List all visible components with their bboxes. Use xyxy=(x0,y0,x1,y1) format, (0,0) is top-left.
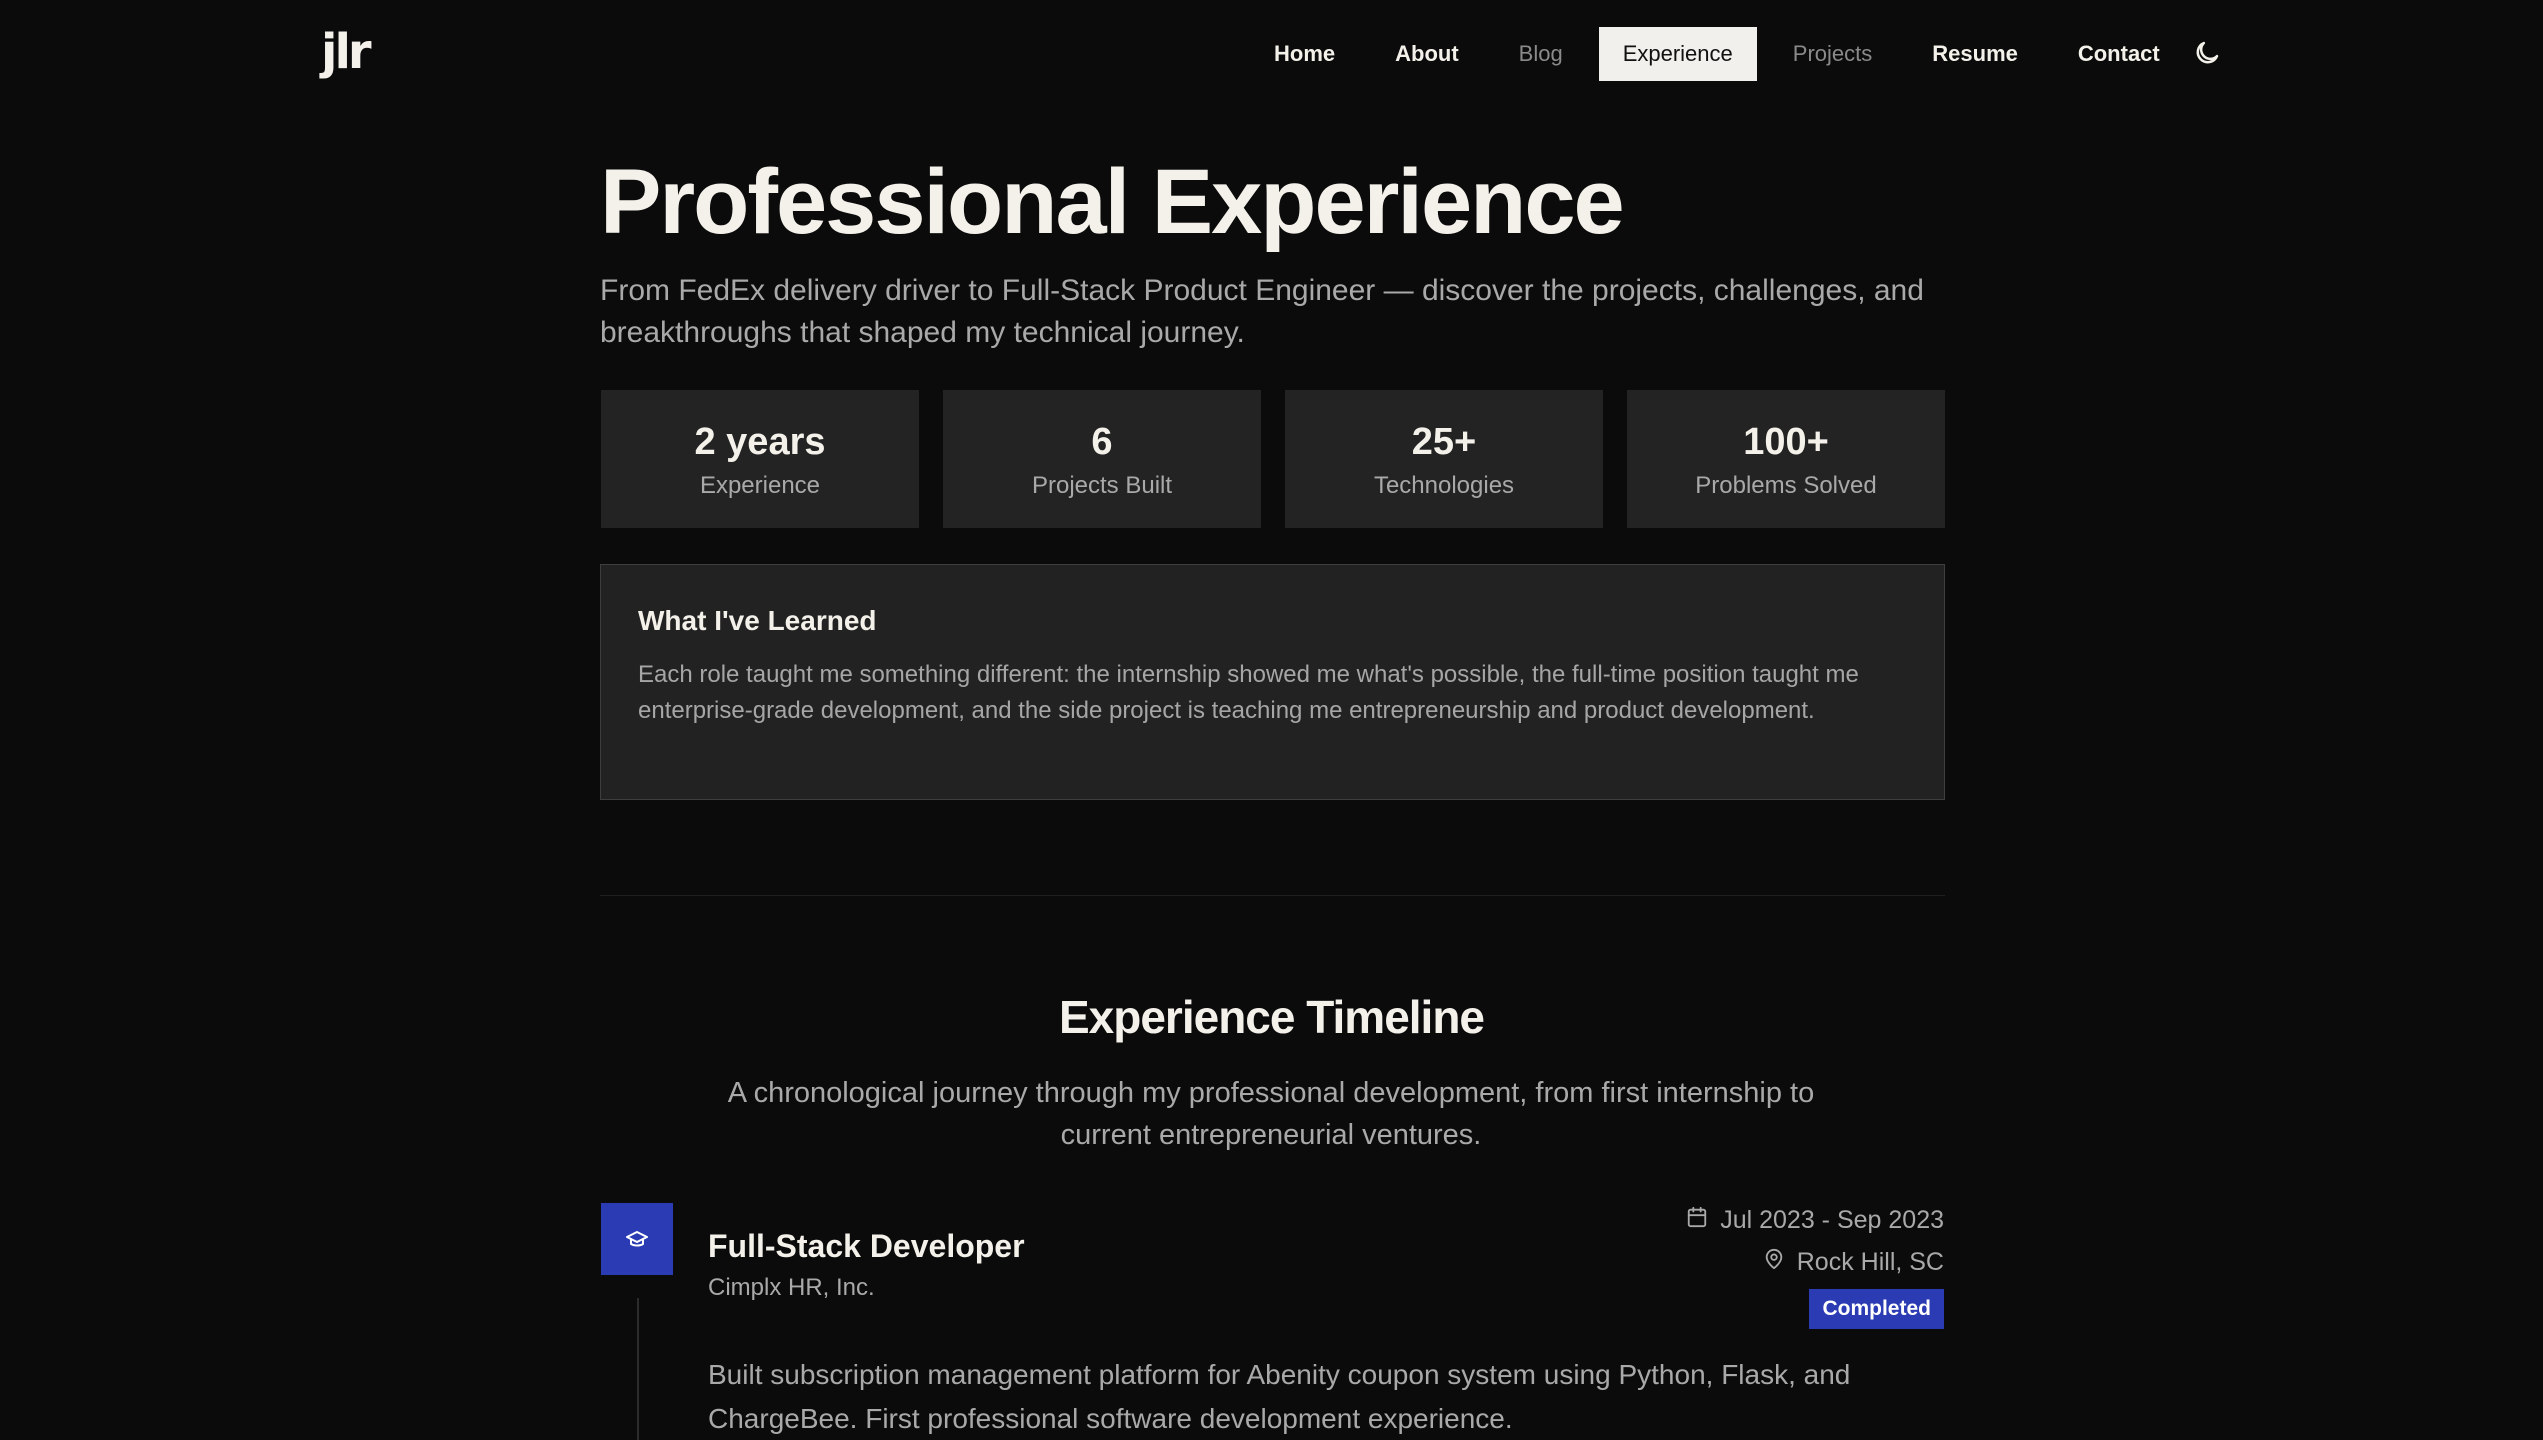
nav-links: Home About Blog Experience Projects Resu… xyxy=(1244,27,2190,81)
page-title: Professional Experience xyxy=(600,151,1625,253)
stat-label: Problems Solved xyxy=(1695,472,1877,499)
nav-link-blog[interactable]: Blog xyxy=(1489,27,1593,81)
job-dates-text: Jul 2023 - Sep 2023 xyxy=(1720,1206,1944,1234)
nav-link-experience[interactable]: Experience xyxy=(1598,27,1757,81)
stat-card-projects: 6 Projects Built xyxy=(943,390,1261,528)
timeline-line xyxy=(637,1298,639,1440)
learned-title: What I've Learned xyxy=(638,605,877,636)
calendar-icon xyxy=(1686,1206,1708,1235)
top-nav: jlr Home About Blog Experience Projects … xyxy=(0,0,2543,108)
moon-icon[interactable] xyxy=(2192,38,2222,68)
stat-card-problems: 100+ Problems Solved xyxy=(1627,390,1945,528)
page-subtitle: From FedEx delivery driver to Full-Stack… xyxy=(600,274,1924,349)
stat-value: 6 xyxy=(1091,421,1113,463)
nav-link-projects[interactable]: Projects xyxy=(1763,27,1902,81)
stat-label: Projects Built xyxy=(1031,472,1173,499)
job-location-text: Rock Hill, SC xyxy=(1796,1248,1944,1276)
stat-value: 25+ xyxy=(1411,421,1477,463)
nav-link-home[interactable]: Home xyxy=(1244,27,1365,81)
status-badge: Completed xyxy=(1809,1289,1944,1329)
job-title: Full-Stack Developer xyxy=(708,1228,1025,1264)
job-description: Built subscription management platform f… xyxy=(708,1359,1851,1434)
stats-row: 2 years Experience 6 Projects Built 25+ … xyxy=(601,390,1945,528)
graduation-cap-icon xyxy=(601,1203,673,1275)
nav-link-resume[interactable]: Resume xyxy=(1902,27,2048,81)
nav-link-about[interactable]: About xyxy=(1365,27,1489,81)
nav-link-contact[interactable]: Contact xyxy=(2048,27,2190,81)
map-pin-icon xyxy=(1763,1248,1785,1277)
stat-label: Technologies xyxy=(1373,472,1515,499)
stat-value: 2 years xyxy=(694,421,826,463)
stat-value: 100+ xyxy=(1743,421,1829,463)
learned-card: What I've Learned Each role taught me so… xyxy=(600,564,1945,800)
stat-card-technologies: 25+ Technologies xyxy=(1285,390,1603,528)
job-location: Rock Hill, SC xyxy=(1763,1248,1944,1277)
stat-label: Experience xyxy=(699,472,821,499)
stat-card-experience: 2 years Experience xyxy=(601,390,919,528)
timeline-subtitle: A chronological journey through my profe… xyxy=(727,1077,1815,1151)
section-divider xyxy=(600,895,1945,896)
site-logo[interactable]: jlr xyxy=(321,24,372,80)
learned-body: Each role taught me something different:… xyxy=(638,661,1859,724)
timeline-title: Experience Timeline xyxy=(1058,991,1485,1043)
job-dates: Jul 2023 - Sep 2023 xyxy=(1686,1206,1944,1235)
job-company: Cimplx HR, Inc. xyxy=(708,1274,875,1301)
